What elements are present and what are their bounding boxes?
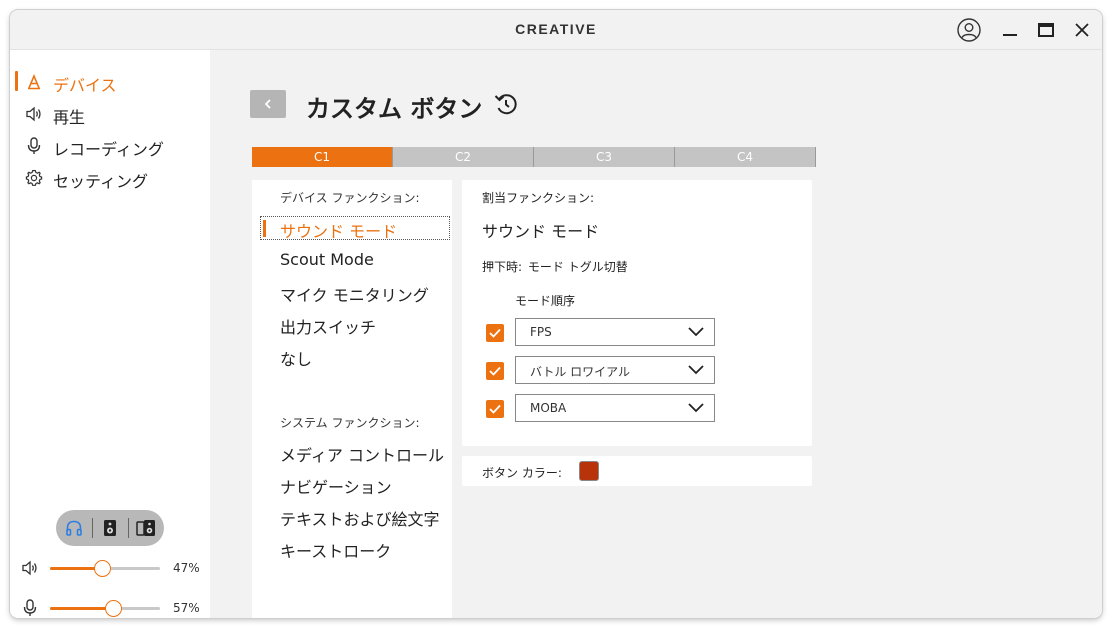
press-action: 押下時: モード トグル切替 bbox=[482, 258, 628, 275]
output-toggle bbox=[56, 510, 164, 546]
function-item-none[interactable]: なし bbox=[280, 346, 312, 370]
mode-select-1[interactable]: FPS bbox=[515, 318, 715, 346]
assigned-function-value: サウンド モード bbox=[482, 222, 600, 241]
device-functions-heading: デバイス ファンクション: bbox=[280, 191, 420, 205]
chevron-down-icon bbox=[688, 365, 704, 375]
title-bar: CREATIVE bbox=[10, 10, 1102, 50]
chevron-down-icon bbox=[688, 327, 704, 337]
checkmark-icon bbox=[489, 366, 501, 376]
creative-logo: CREATIVE bbox=[515, 21, 597, 37]
account-button[interactable] bbox=[957, 18, 981, 42]
function-item-sound-mode[interactable]: サウンド モード bbox=[280, 218, 397, 242]
mic-slider-thumb[interactable] bbox=[104, 600, 122, 617]
mode-order-label: モード順序 bbox=[515, 294, 576, 308]
mode-select-value: バトル ロワイアル bbox=[530, 365, 631, 379]
chevron-down-icon bbox=[688, 403, 704, 413]
user-icon bbox=[957, 18, 981, 42]
function-item-text-emoji[interactable]: テキストおよび絵文字 bbox=[280, 506, 440, 530]
mode-row-1: FPS bbox=[486, 318, 716, 348]
page-title: カスタム ボタン bbox=[306, 95, 483, 123]
mode-select-value: FPS bbox=[530, 325, 552, 339]
headphones-output-button[interactable] bbox=[64, 518, 84, 538]
mic-slider-row: 57% bbox=[10, 596, 210, 618]
speaker-output-button[interactable] bbox=[100, 518, 120, 538]
back-button[interactable] bbox=[250, 90, 286, 118]
assigned-function-heading: 割当ファンクション: bbox=[482, 191, 595, 205]
close-icon bbox=[1075, 23, 1089, 37]
mic-slider[interactable] bbox=[50, 600, 160, 617]
mic-slider-fill bbox=[50, 607, 113, 610]
maximize-icon bbox=[1038, 23, 1054, 37]
sidebar-item-recording[interactable]: レコーディング bbox=[10, 133, 210, 159]
device-icon bbox=[25, 73, 43, 91]
tab-c4[interactable]: C4 bbox=[674, 147, 815, 167]
close-button[interactable] bbox=[1070, 18, 1094, 42]
sidebar: デバイス 再生 レコーディング セッティング 47% 57% bbox=[10, 50, 210, 618]
mode-checkbox-1[interactable] bbox=[486, 324, 504, 342]
toggle-separator bbox=[92, 518, 93, 538]
sidebar-item-label: デバイス bbox=[53, 76, 117, 95]
mode-checkbox-3[interactable] bbox=[486, 400, 504, 418]
function-item-navigation[interactable]: ナビゲーション bbox=[280, 474, 392, 498]
button-color-panel: ボタン カラー: bbox=[462, 456, 812, 486]
sidebar-item-playback[interactable]: 再生 bbox=[10, 101, 210, 127]
function-list-panel: デバイス ファンクション: サウンド モード Scout Mode マイク モニ… bbox=[252, 180, 452, 618]
app-window: CREATIVE デバイス 再生 レコーディング セッティング 47% 57% … bbox=[10, 10, 1102, 618]
button-color-swatch[interactable] bbox=[579, 461, 599, 481]
microphone-icon bbox=[25, 137, 43, 155]
mode-select-3[interactable]: MOBA bbox=[515, 394, 715, 422]
dual-speaker-output-button[interactable] bbox=[136, 518, 156, 538]
function-item-media-control[interactable]: メディア コントロール bbox=[280, 442, 444, 466]
tab-c1[interactable]: C1 bbox=[252, 147, 392, 167]
checkmark-icon bbox=[489, 328, 501, 338]
selection-indicator bbox=[263, 220, 266, 237]
mode-row-2: バトル ロワイアル bbox=[486, 356, 716, 386]
button-tabs: C1 C2 C3 C4 bbox=[252, 147, 816, 167]
headphones-icon bbox=[66, 520, 82, 536]
maximize-button[interactable] bbox=[1034, 18, 1058, 42]
mode-row-3: MOBA bbox=[486, 394, 716, 424]
tab-c2[interactable]: C2 bbox=[392, 147, 533, 167]
minimize-icon bbox=[1003, 34, 1017, 36]
volume-slider-thumb[interactable] bbox=[93, 560, 111, 577]
speaker-icon bbox=[25, 105, 43, 123]
mode-select-value: MOBA bbox=[530, 401, 567, 415]
sidebar-item-device[interactable]: デバイス bbox=[10, 69, 210, 95]
main-content: カスタム ボタン C1 C2 C3 C4 デバイス ファンクション: サウンド … bbox=[210, 50, 1102, 618]
toggle-separator bbox=[128, 518, 129, 538]
active-indicator bbox=[15, 71, 18, 91]
assigned-function-panel: 割当ファンクション: サウンド モード 押下時: モード トグル切替 モード順序… bbox=[462, 180, 812, 446]
checkmark-icon bbox=[489, 404, 501, 414]
press-value: モード トグル切替 bbox=[527, 260, 628, 274]
volume-slider[interactable] bbox=[50, 560, 160, 577]
microphone-icon bbox=[23, 599, 37, 616]
sidebar-item-label: レコーディング bbox=[53, 140, 164, 159]
tab-c3[interactable]: C3 bbox=[533, 147, 674, 167]
volume-icon bbox=[22, 560, 37, 576]
function-item-keystroke[interactable]: キーストローク bbox=[280, 538, 391, 562]
button-color-label: ボタン カラー: bbox=[482, 466, 562, 480]
volume-slider-row: 47% bbox=[10, 556, 210, 580]
reset-icon[interactable] bbox=[492, 90, 520, 118]
volume-percent: 47% bbox=[173, 561, 200, 575]
sidebar-item-label: セッティング bbox=[53, 172, 149, 191]
function-item-output-switch[interactable]: 出力スイッチ bbox=[280, 314, 376, 338]
function-item-scout-mode[interactable]: Scout Mode bbox=[280, 250, 374, 269]
mode-checkbox-2[interactable] bbox=[486, 362, 504, 380]
dual-speaker-icon bbox=[136, 520, 155, 536]
mode-select-2[interactable]: バトル ロワイアル bbox=[515, 356, 715, 384]
chevron-left-icon bbox=[264, 99, 271, 109]
mic-percent: 57% bbox=[173, 601, 200, 615]
press-label: 押下時: bbox=[482, 260, 523, 274]
sidebar-item-settings[interactable]: セッティング bbox=[10, 165, 210, 191]
system-functions-heading: システム ファンクション: bbox=[280, 416, 420, 430]
sidebar-item-label: 再生 bbox=[53, 108, 86, 127]
gear-icon bbox=[25, 169, 43, 187]
speaker-box-icon bbox=[104, 520, 116, 536]
function-item-mic-monitoring[interactable]: マイク モニタリング bbox=[280, 282, 429, 306]
minimize-button[interactable] bbox=[998, 18, 1022, 42]
